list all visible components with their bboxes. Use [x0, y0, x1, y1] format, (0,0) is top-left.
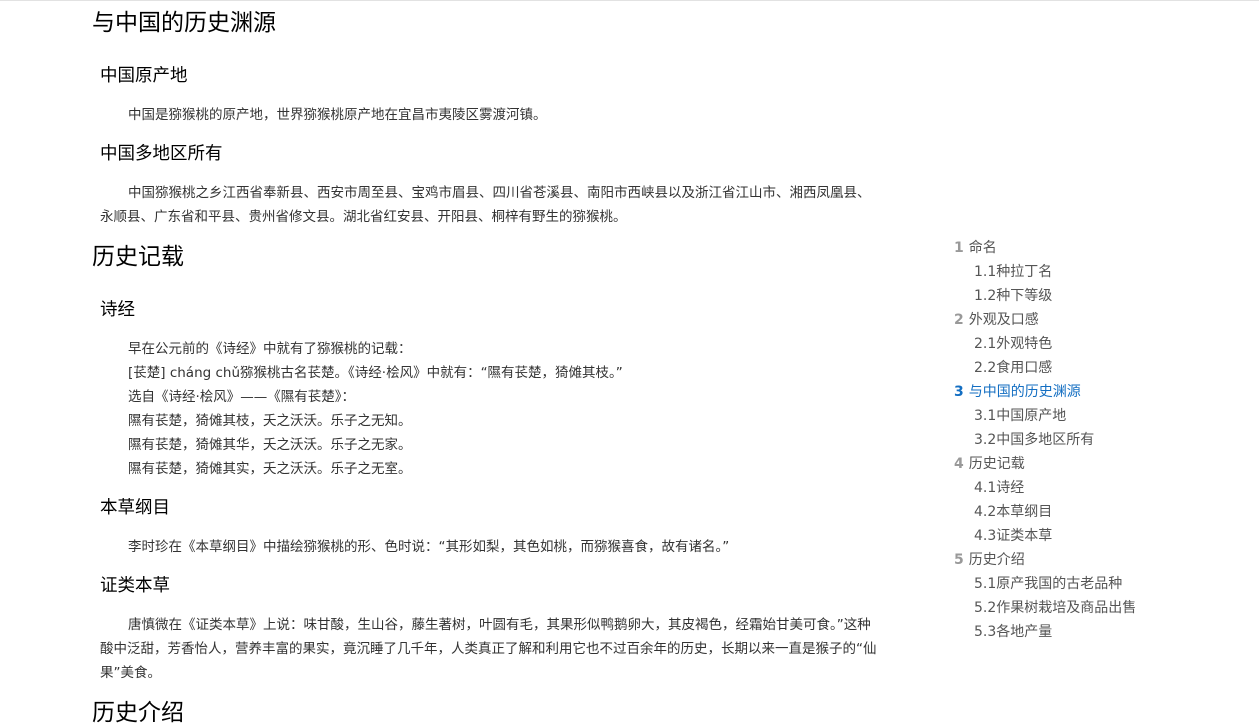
shijing-line: 隰有苌楚，猗傩其华，夭之沃沃。乐子之无家。 — [128, 437, 412, 453]
toc-label: 2.2食用口感 — [974, 360, 1053, 376]
toc-label: 与中国的历史渊源 — [968, 384, 1081, 400]
toc-label: 外观及口感 — [968, 312, 1039, 328]
toc-label: 历史介绍 — [968, 552, 1025, 568]
toc-label: 4.1诗经 — [974, 480, 1025, 496]
toc-item-1-2[interactable]: 1.2种下等级 — [974, 284, 1052, 308]
toc-label: 4.2本草纲目 — [974, 504, 1053, 520]
paragraph-line: 唐慎微在《证类本草》上说：味甘酸，生山谷，藤生著树，叶圆有毛，其果形似鸭鹅卵大，… — [128, 617, 871, 633]
toc-label: 5.2作果树栽培及商品出售 — [974, 600, 1137, 616]
toc-item-1[interactable]: 1 命名 — [954, 236, 997, 260]
toc-label: 5.1原产我国的古老品种 — [974, 576, 1123, 592]
section-heading-history-origin: 与中国的历史渊源 — [92, 10, 276, 36]
paragraph-regions: 中国猕猴桃之乡江西省奉新县、西安市周至县、宝鸡市眉县、四川省苍溪县、南阳市西峡县… — [100, 181, 910, 229]
toc-item-2-1[interactable]: 2.1外观特色 — [974, 332, 1052, 356]
toc-label: 3.2中国多地区所有 — [974, 432, 1095, 448]
top-divider — [0, 0, 1259, 1]
toc-label: 5.3各地产量 — [974, 624, 1053, 640]
toc-number: 5 — [954, 552, 964, 568]
toc-label: 1.2种下等级 — [974, 288, 1053, 304]
toc-item-4-1[interactable]: 4.1诗经 — [974, 476, 1024, 500]
subheading-bencao: 本草纲目 — [100, 498, 170, 518]
toc-label: 1.1种拉丁名 — [974, 264, 1053, 280]
toc-item-5-2[interactable]: 5.2作果树栽培及商品出售 — [974, 596, 1136, 620]
paragraph-line: 中国是猕猴桃的原产地，世界猕猴桃原产地在宜昌市夷陵区雾渡河镇。 — [128, 107, 547, 123]
toc-label: 3.1中国原产地 — [974, 408, 1067, 424]
toc-item-1-1[interactable]: 1.1种拉丁名 — [974, 260, 1052, 284]
toc-label: 2.1外观特色 — [974, 336, 1053, 352]
paragraph-shijing: 早在公元前的《诗经》中就有了猕猴桃的记载： [苌楚] cháng chǔ猕猴桃古… — [100, 337, 910, 481]
paragraph-line: 果”美食。 — [100, 665, 161, 681]
toc-label: 命名 — [968, 240, 997, 256]
paragraph-bencao: 李时珍在《本草纲目》中描绘猕猴桃的形、色时说：“其形如梨，其色如桃，而猕猴喜食，… — [100, 535, 910, 559]
section-heading-intro: 历史介绍 — [92, 700, 184, 726]
toc-item-3-2[interactable]: 3.2中国多地区所有 — [974, 428, 1094, 452]
subheading-origin-place: 中国原产地 — [100, 66, 188, 86]
subheading-regions: 中国多地区所有 — [100, 144, 223, 164]
toc-item-4-3[interactable]: 4.3证类本草 — [974, 524, 1052, 548]
toc-item-4[interactable]: 4 历史记载 — [954, 452, 1025, 476]
shijing-line: 选自《诗经·桧风》——《隰有苌楚》： — [128, 389, 356, 405]
shijing-line: 早在公元前的《诗经》中就有了猕猴桃的记载： — [128, 341, 412, 357]
toc-item-5-1[interactable]: 5.1原产我国的古老品种 — [974, 572, 1122, 596]
subheading-zhenglei: 证类本草 — [100, 576, 170, 596]
shijing-line: 隰有苌楚，猗傩其枝，夭之沃沃。乐子之无知。 — [128, 413, 412, 429]
toc-item-2[interactable]: 2 外观及口感 — [954, 308, 1039, 332]
toc-label: 4.3证类本草 — [974, 528, 1053, 544]
toc-item-3-active[interactable]: 3 与中国的历史渊源 — [954, 380, 1081, 404]
toc-number: 2 — [954, 312, 964, 328]
toc-item-5[interactable]: 5 历史介绍 — [954, 548, 1025, 572]
toc-item-4-2[interactable]: 4.2本草纲目 — [974, 500, 1052, 524]
paragraph-line: 永顺县、广东省和平县、贵州省修文县。湖北省红安县、开阳县、桐梓有野生的猕猴桃。 — [100, 209, 627, 225]
paragraph-line: 李时珍在《本草纲目》中描绘猕猴桃的形、色时说：“其形如梨，其色如桃，而猕猴喜食，… — [128, 539, 730, 555]
toc-number: 1 — [954, 240, 964, 256]
shijing-line: 隰有苌楚，猗傩其实，夭之沃沃。乐子之无室。 — [128, 461, 412, 477]
toc-item-3-1[interactable]: 3.1中国原产地 — [974, 404, 1066, 428]
paragraph-line: 中国猕猴桃之乡江西省奉新县、西安市周至县、宝鸡市眉县、四川省苍溪县、南阳市西峡县… — [128, 185, 871, 201]
subheading-shijing: 诗经 — [100, 300, 135, 320]
paragraph-line: 酸中泛甜，芳香怡人，营养丰富的果实，竟沉睡了几千年，人类真正了解和利用它也不过百… — [100, 641, 877, 657]
section-heading-records: 历史记载 — [92, 244, 184, 270]
toc-number: 3 — [954, 384, 964, 400]
toc-label: 历史记载 — [968, 456, 1025, 472]
toc-item-2-2[interactable]: 2.2食用口感 — [974, 356, 1052, 380]
paragraph-origin-place: 中国是猕猴桃的原产地，世界猕猴桃原产地在宜昌市夷陵区雾渡河镇。 — [100, 103, 910, 127]
shijing-line: [苌楚] cháng chǔ猕猴桃古名苌楚。《诗经·桧风》中就有：“隰有苌楚，猗… — [128, 365, 623, 381]
toc-number: 4 — [954, 456, 964, 472]
toc-item-5-3[interactable]: 5.3各地产量 — [974, 620, 1052, 644]
paragraph-zhenglei: 唐慎微在《证类本草》上说：味甘酸，生山谷，藤生著树，叶圆有毛，其果形似鸭鹅卵大，… — [100, 613, 910, 685]
